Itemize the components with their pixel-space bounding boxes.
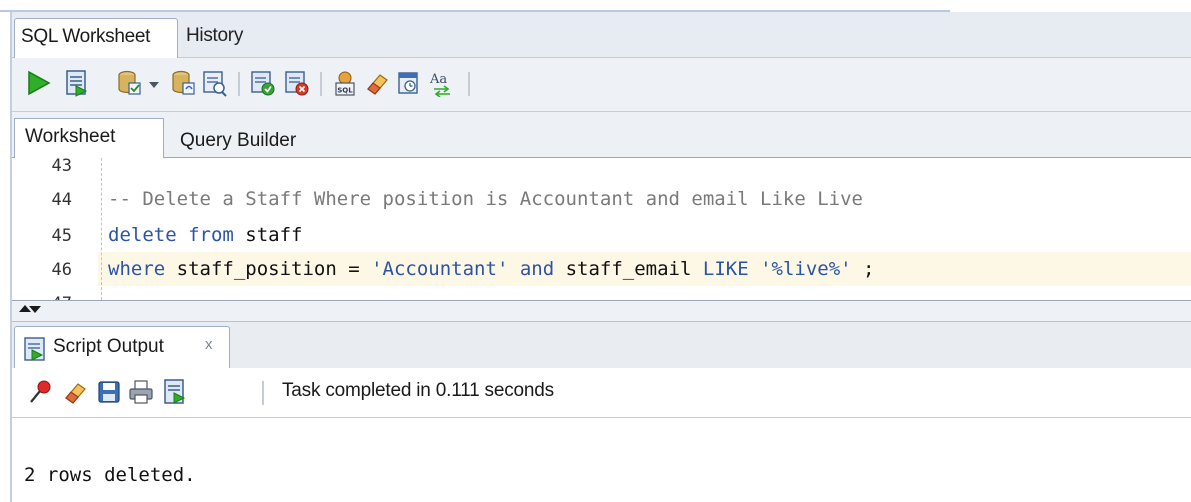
line-number-gutter: 43 44 45 46 47	[12, 158, 98, 300]
format-case-icon[interactable]: Aa	[428, 69, 458, 97]
sql-string: '%live%'	[748, 258, 852, 280]
sql-string: 'Accountant'	[371, 258, 509, 280]
sql-history-icon[interactable]: SQL	[332, 69, 358, 97]
sql-editor[interactable]: 43 44 45 46 47 -- Delete a Staff Where p…	[12, 158, 1191, 300]
pin-icon[interactable]	[28, 378, 54, 406]
clear-eraser-icon[interactable]	[364, 69, 390, 97]
script-output-label: Script Output	[53, 336, 164, 357]
tab-script-output[interactable]: Script Output x	[14, 326, 230, 368]
toolbar-separator	[238, 72, 240, 96]
clear-eraser-icon[interactable]	[62, 378, 88, 406]
window-frame-left	[0, 12, 12, 502]
script-output-icon	[24, 337, 45, 361]
output-result-line: 2 rows deleted.	[24, 464, 196, 486]
toolbar-separator	[468, 72, 470, 96]
save-icon[interactable]	[96, 378, 122, 406]
code-line-44: -- Delete a Staff Where position is Acco…	[108, 188, 863, 210]
print-icon[interactable]	[128, 378, 154, 406]
run-script-icon[interactable]	[64, 69, 90, 97]
code-line-46: where staff_position = 'Accountant' and …	[108, 258, 874, 280]
line-number: 45	[51, 226, 72, 246]
dropdown-arrow-icon[interactable]	[146, 69, 162, 97]
tab-query-builder[interactable]: Query Builder	[180, 124, 296, 158]
splitter-arrows-icon[interactable]	[18, 303, 42, 319]
sql-identifier: staff	[233, 224, 303, 246]
sql-keyword: and	[508, 258, 555, 280]
tab-worksheet[interactable]: Worksheet	[14, 118, 164, 158]
worksheet-toolbar: SQL Aa	[12, 58, 1191, 112]
rollback-icon[interactable]	[170, 69, 196, 97]
window-frame-top	[0, 0, 1191, 12]
sql-identifier: staff_position =	[165, 258, 372, 280]
sql-comment: -- Delete a Staff Where position is Acco…	[108, 188, 863, 210]
explain-plan-icon[interactable]	[250, 69, 276, 97]
autotrace-icon[interactable]	[202, 69, 228, 97]
run-script-icon[interactable]	[162, 378, 188, 406]
worksheet-tab-strip: SQL Worksheet History	[12, 12, 1191, 58]
task-status-text: Task completed in 0.111 seconds	[282, 380, 554, 401]
sql-keyword: LIKE	[702, 258, 749, 280]
sql-terminator: ;	[851, 258, 875, 280]
line-number: 43	[51, 158, 72, 176]
output-toolbar: Task completed in 0.111 seconds	[12, 368, 1191, 418]
run-statement-icon[interactable]	[26, 69, 52, 97]
toolbar-separator	[262, 381, 264, 405]
commit-icon[interactable]	[116, 69, 142, 97]
fold-guide	[101, 158, 102, 300]
editor-tab-strip: Worksheet Query Builder	[12, 112, 1191, 158]
line-number: 44	[51, 190, 72, 210]
output-tab-strip: Script Output x	[12, 322, 1191, 368]
sql-tuning-icon[interactable]	[396, 69, 422, 97]
tab-history[interactable]: History	[180, 18, 260, 58]
panel-splitter[interactable]	[12, 300, 1191, 322]
svg-text:Aa: Aa	[429, 72, 447, 87]
toolbar-separator	[320, 72, 322, 96]
close-tab-button[interactable]: x	[205, 331, 213, 359]
sql-identifier: staff_email	[554, 258, 703, 280]
svg-text:SQL: SQL	[337, 87, 353, 95]
sql-keyword: where	[108, 258, 166, 280]
tuning-advisor-icon[interactable]	[284, 69, 310, 97]
tab-sql-worksheet[interactable]: SQL Worksheet	[14, 18, 178, 58]
script-output-area[interactable]: 2 rows deleted.	[12, 418, 1191, 502]
code-line-45: delete from staff	[108, 224, 302, 246]
sql-keyword: delete from	[108, 224, 234, 246]
line-number: 46	[51, 260, 72, 280]
